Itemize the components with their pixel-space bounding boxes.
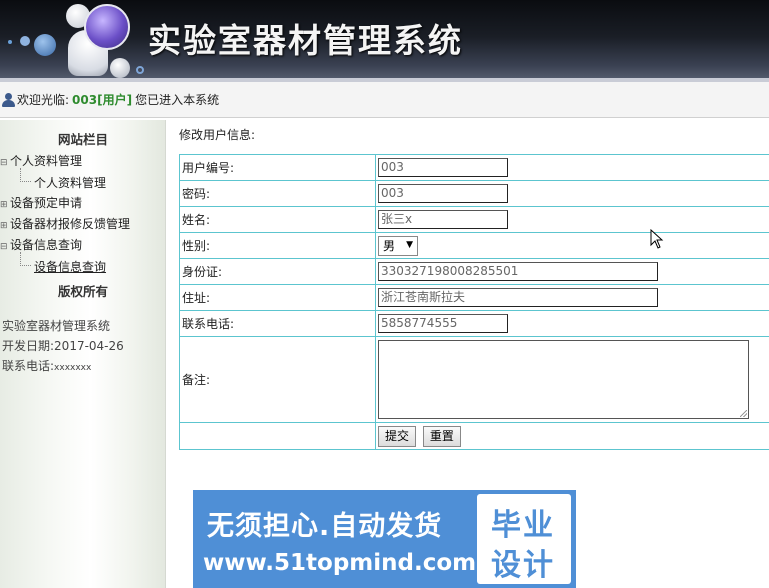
id-card-label: 身份证: xyxy=(179,258,376,285)
form-row: 联系电话: 5858774555 xyxy=(179,310,769,337)
promo-url: www.51topmind.com xyxy=(203,550,477,576)
tree-expand-icon[interactable]: ⊞ xyxy=(0,200,10,210)
sidebar-item-device-query[interactable]: 设备信息查询 xyxy=(19,252,106,275)
name-cell: 张三x xyxy=(375,206,769,233)
gender-select[interactable]: 男 ▼ xyxy=(378,235,418,256)
remark-cell xyxy=(375,336,769,423)
form-row: 性别: 男 ▼ xyxy=(179,232,769,259)
dev-date-label: 开发日期: xyxy=(2,339,55,353)
header-banner: 实验室器材管理系统 xyxy=(0,0,769,82)
phone-input[interactable]: 5858774555 xyxy=(378,314,508,333)
user-icon xyxy=(2,92,16,107)
dropdown-arrow-icon: ▼ xyxy=(406,239,413,250)
system-name: 实验室器材管理系统 xyxy=(2,319,111,333)
promo-badge-top: 毕业 xyxy=(491,508,555,543)
contact-phone-value: xxxxxxx xyxy=(54,363,92,373)
password-input[interactable]: 003 xyxy=(378,184,508,203)
id-card-input[interactable]: 330327198008285501 xyxy=(378,262,658,281)
password-cell: 003 xyxy=(375,180,769,207)
address-input[interactable]: 浙江苍南斯拉夫 xyxy=(378,288,658,307)
phone-cell: 5858774555 xyxy=(375,310,769,337)
logo-icon xyxy=(84,4,130,50)
form-row: 密码: 003 xyxy=(179,180,769,207)
user-id-label: 用户编号: xyxy=(179,154,376,181)
tree-expand-icon[interactable]: ⊟ xyxy=(0,242,10,252)
reset-button[interactable]: 重置 xyxy=(422,425,461,447)
app-title: 实验室器材管理系统 xyxy=(148,21,463,60)
sidebar-section-title: 网站栏目 xyxy=(57,132,108,147)
mouse-cursor-icon xyxy=(650,229,664,249)
tree-node-label: 个人资料管理 xyxy=(10,154,83,168)
decor-dot xyxy=(8,40,12,44)
page-title: 修改用户信息: xyxy=(179,128,256,142)
gender-cell: 男 ▼ xyxy=(375,232,769,259)
dev-date-value: 2017-04-26 xyxy=(54,339,124,353)
welcome-bar: 欢迎光临: 003[用户] 您已进入本系统 xyxy=(0,82,769,118)
dev-date: 开发日期:2017-04-26 xyxy=(2,337,124,354)
contact-phone: 联系电话:xxxxxxx xyxy=(2,357,91,374)
tree-expand-icon[interactable]: ⊞ xyxy=(0,221,10,231)
tree-node-label: 设备信息查询 xyxy=(10,238,83,252)
tree-node-profile[interactable]: ⊟ 个人资料管理 xyxy=(0,152,82,169)
contact-phone-label: 联系电话: xyxy=(2,359,55,373)
decor-dot xyxy=(136,66,144,74)
remark-label: 备注: xyxy=(179,336,376,423)
empty-cell xyxy=(179,422,376,450)
submit-button[interactable]: 提交 xyxy=(378,425,417,447)
address-cell: 浙江苍南斯拉夫 xyxy=(375,284,769,311)
remark-textarea[interactable] xyxy=(378,340,749,419)
tree-node-label: 设备预定申请 xyxy=(10,196,83,210)
id-card-cell: 330327198008285501 xyxy=(375,258,769,285)
button-cell: 提交 重置 xyxy=(375,422,769,450)
user-id-cell: 003 xyxy=(375,154,769,181)
address-label: 住址: xyxy=(179,284,376,311)
form-row: 提交 重置 xyxy=(179,422,769,450)
decor-dot xyxy=(20,36,30,46)
form-row: 备注: xyxy=(179,336,769,423)
welcome-username: 003[用户] xyxy=(72,93,133,107)
tree-node-label: 设备器材报修反馈管理 xyxy=(10,217,131,231)
gender-selected-value: 男 xyxy=(383,239,396,253)
form-row: 用户编号: 003 xyxy=(179,154,769,181)
promo-banner[interactable]: 无须担心.自动发货 www.51topmind.com 毕业 设计 xyxy=(193,490,576,588)
tree-node-repair[interactable]: ⊞ 设备器材报修反馈管理 xyxy=(0,215,130,232)
copyright-title: 版权所有 xyxy=(57,284,108,299)
phone-label: 联系电话: xyxy=(179,310,376,337)
name-label: 姓名: xyxy=(179,206,376,233)
form-row: 姓名: 张三x xyxy=(179,206,769,233)
name-input[interactable]: 张三x xyxy=(378,210,508,229)
password-label: 密码: xyxy=(179,180,376,207)
promo-badge: 毕业 设计 xyxy=(477,494,571,584)
promo-line1: 无须担心.自动发货 xyxy=(207,511,443,542)
welcome-greeting: 欢迎光临: xyxy=(17,93,70,107)
decor-dot xyxy=(34,34,56,56)
promo-left: 无须担心.自动发货 www.51topmind.com xyxy=(193,490,477,588)
welcome-suffix: 您已进入本系统 xyxy=(135,93,220,107)
form-row: 住址: 浙江苍南斯拉夫 xyxy=(179,284,769,311)
user-id-input[interactable]: 003 xyxy=(378,158,508,177)
tree-node-reservation[interactable]: ⊞ 设备预定申请 xyxy=(0,194,82,211)
tree-expand-icon[interactable]: ⊟ xyxy=(0,158,10,168)
gender-label: 性别: xyxy=(179,232,376,259)
decor-dot xyxy=(110,58,130,78)
promo-badge-bottom: 设计 xyxy=(491,548,555,583)
user-edit-form: 用户编号: 003 密码: 003 姓名: 张三x 性别: 男 ▼ 身份证: 3… xyxy=(179,154,769,450)
tree-node-device-query[interactable]: ⊟ 设备信息查询 xyxy=(0,236,82,253)
form-row: 身份证: 330327198008285501 xyxy=(179,258,769,285)
sidebar: 网站栏目 ⊟ 个人资料管理 个人资料管理 ⊞ 设备预定申请 ⊞ 设备器材报修反馈管理 … xyxy=(0,120,166,588)
sidebar-item-profile-manage[interactable]: 个人资料管理 xyxy=(19,168,106,191)
